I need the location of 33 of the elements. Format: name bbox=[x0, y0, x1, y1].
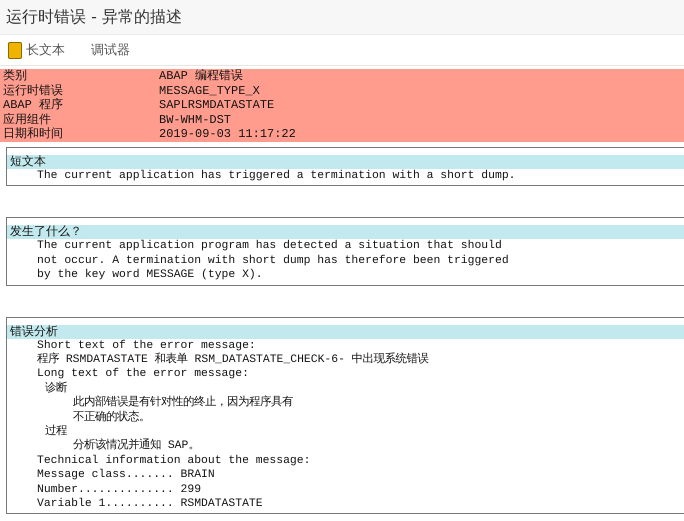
text-line: 不正确的状态。 bbox=[72, 410, 151, 426]
text-line: 过程 bbox=[44, 425, 68, 440]
text-line: Message class....... BRAIN bbox=[36, 468, 216, 483]
document-icon bbox=[8, 42, 22, 58]
text-line: The current application has triggered a termination with a short dump. bbox=[36, 168, 516, 184]
text-line: 分析该情况并通知 SAP。 bbox=[72, 439, 200, 454]
field-value: 2019-09-03 11:17:22 bbox=[159, 127, 297, 142]
field-value: SAPLRSMDATASTATE bbox=[159, 98, 276, 113]
field-label: 类别 bbox=[2, 69, 28, 84]
section-heading: 错误分析 bbox=[7, 324, 684, 339]
text-line: Number.............. 299 bbox=[36, 482, 202, 498]
toolbar-button[interactable]: 调试器 bbox=[91, 41, 130, 59]
field-label: 运行时错误 bbox=[2, 84, 64, 98]
text-line: The current application program has detected a situation that should bbox=[36, 239, 503, 254]
text-line: by the key word MESSAGE (type X). bbox=[36, 268, 264, 283]
text-line: Long text of the error message: bbox=[36, 367, 250, 382]
text-line: 此内部错误是有针对性的终止，因为程序具有 bbox=[72, 396, 294, 410]
text-line: Variable 1.......... RSMDATASTATE bbox=[36, 497, 264, 512]
field-label: ABAP 程序 bbox=[2, 98, 64, 113]
window-title: 运行时错误 - 异常的描述 bbox=[5, 6, 182, 28]
text-line: Technical information about the message: bbox=[36, 454, 312, 468]
field-value: ABAP 编程错误 bbox=[159, 69, 244, 84]
section-heading: 发生了什么？ bbox=[7, 225, 684, 240]
field-label: 日期和时间 bbox=[2, 127, 64, 142]
text-line: not occur. A termination with short dump has therefore been triggered bbox=[36, 254, 510, 268]
toolbar-button[interactable]: 长文本 bbox=[8, 41, 65, 59]
section-heading: 短文本 bbox=[7, 154, 684, 169]
field-label: 应用组件 bbox=[2, 112, 52, 127]
field-value: MESSAGE_TYPE_X bbox=[159, 84, 261, 98]
text-line: 诊断 bbox=[44, 382, 68, 396]
text-line: Short text of the error message: bbox=[36, 338, 257, 352]
field-value: BW-WHM-DST bbox=[159, 112, 232, 128]
text-line: 程序 RSMDATASTATE 和表单 RSM_DATASTATE_CHECK-6- 中出现系统错误 bbox=[36, 353, 430, 368]
